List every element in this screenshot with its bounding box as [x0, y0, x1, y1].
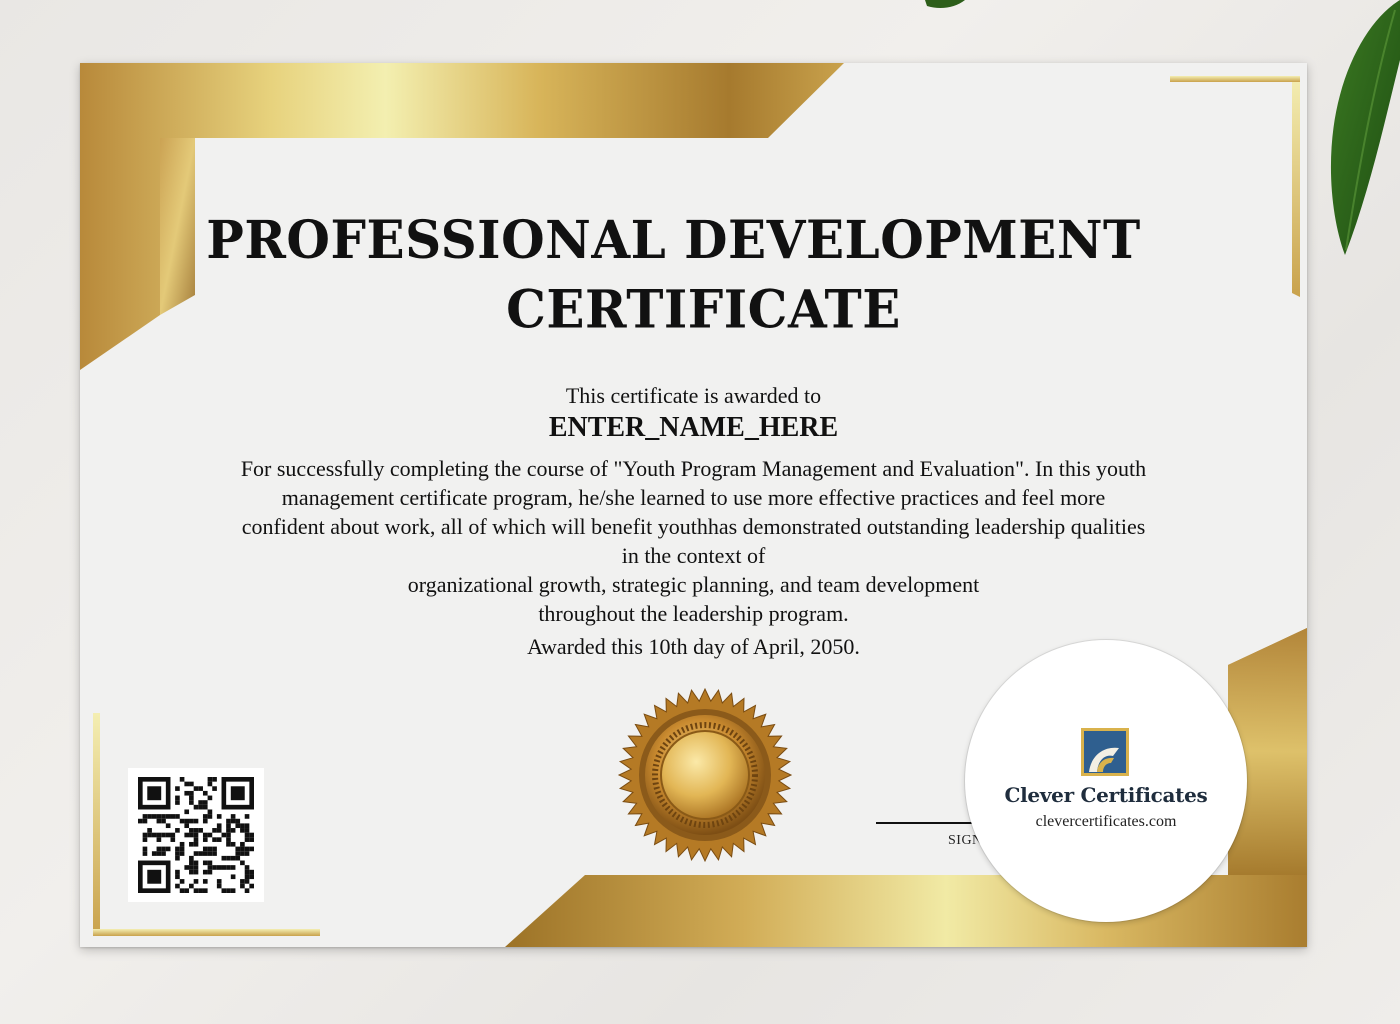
body-line: organizational growth, strategic plannin…	[407, 572, 980, 597]
body-line: confident about work, all of which will …	[241, 514, 1146, 539]
body-line: throughout the leadership program.	[538, 601, 849, 626]
watermark-brand: Clever Certificates	[1004, 783, 1208, 807]
body-line: in the context of	[621, 543, 766, 568]
qr-code-icon	[128, 768, 264, 902]
clever-certificates-logo	[1081, 728, 1129, 776]
recipient-name: ENTER_NAME_HERE	[548, 412, 839, 443]
title-line-2: CERTIFICATE	[506, 278, 901, 341]
awarded-to-label: This certificate is awarded to	[565, 383, 822, 408]
watermark-url: clevercertificates.com	[1035, 813, 1177, 830]
certificate-title: PROFESSIONAL DEVELOPMENT CERTIFICATE	[80, 206, 1307, 345]
leaf-tip-icon	[925, 0, 965, 8]
awarded-to-block: This certificate is awarded to ENTER_NAM…	[80, 381, 1307, 445]
brand-watermark: Clever Certificates clevercertificates.c…	[965, 640, 1247, 922]
body-line: For successfully completing the course o…	[240, 456, 1147, 481]
body-line: management certificate program, he/she l…	[281, 485, 1106, 510]
title-line-1: PROFESSIONAL DEVELOPMENT	[206, 208, 1141, 271]
gold-seal-icon	[617, 687, 793, 863]
certificate-body: For successfully completing the course o…	[140, 454, 1247, 628]
